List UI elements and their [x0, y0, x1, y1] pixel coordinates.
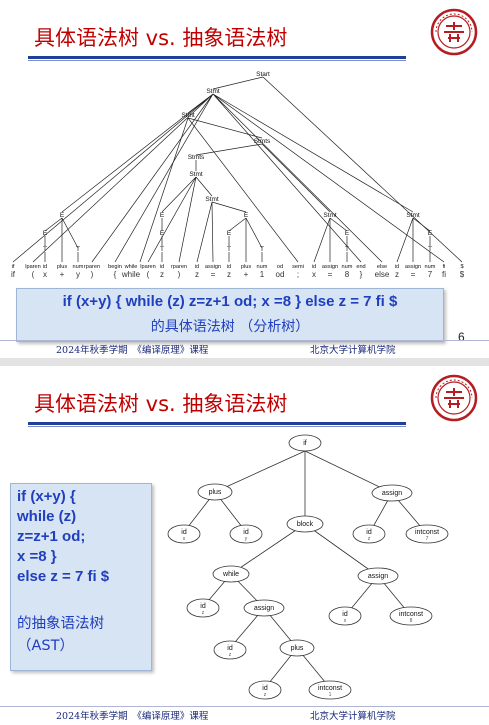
- ast-node-intconst: intconst: [415, 529, 439, 536]
- leaf-char-row: if(x + y){while(z) z = z +1 od; x = 8} else z = 7 fi $: [11, 270, 465, 279]
- leaf-char: =: [211, 270, 216, 279]
- leaf-char: =: [328, 270, 333, 279]
- leaf-char: ;: [297, 270, 299, 279]
- node-stmt-mid: Stmt: [181, 112, 195, 119]
- leaf-char: z: [195, 270, 199, 279]
- node-e: E: [428, 230, 433, 237]
- caption-source-code: if (x+y) { while (z) z=z+1 od; x =8 } el…: [62, 293, 398, 310]
- leaf-char: (: [32, 270, 35, 279]
- ast-node-id: id: [342, 611, 348, 618]
- leaf-char: x: [43, 270, 47, 279]
- node-e: E: [244, 212, 249, 219]
- leaf-char: +: [244, 270, 249, 279]
- leaf-char: (: [147, 270, 150, 279]
- footer-course: 2024年秋季学期 《编译原理》课程: [56, 345, 209, 356]
- node-stmt-assign3: Stmt: [406, 212, 420, 219]
- slide-abstract-syntax-tree: 具体语法树 vs. 抽象语法树 if (x+y) { while (z) z=z…: [0, 366, 489, 725]
- abstract-syntax-tree: if plus assign id id block id intconst w…: [167, 434, 449, 700]
- ast-node-value: 7: [426, 536, 429, 542]
- ast-node-plus: plus: [209, 489, 222, 496]
- node-t: T: [43, 246, 47, 253]
- ast-node-while: while: [222, 571, 239, 578]
- footer-divider: [0, 706, 489, 707]
- ast-node-id: id: [227, 645, 233, 652]
- leaf-char: od: [276, 270, 285, 279]
- footer-course: 2024年秋季学期 《编译原理》课程: [56, 711, 209, 722]
- slide-separator: [0, 358, 489, 366]
- ast-node-block: block: [297, 521, 314, 528]
- leaf-char: ): [178, 270, 181, 279]
- node-e: E: [60, 212, 65, 219]
- caption-box: if (x+y) { while (z) z=z+1 od; x =8 } el…: [16, 288, 444, 342]
- leaf-char: =: [411, 270, 416, 279]
- node-e: E: [345, 230, 350, 237]
- leaf-char: fi: [442, 270, 446, 279]
- concrete-syntax-tree: Start Stmt Stmt Stmts Stmts Stmt Stmt St…: [11, 71, 465, 279]
- leaf-char: $: [460, 270, 465, 279]
- node-e: E: [160, 212, 165, 219]
- tree-edges: [12, 76, 463, 263]
- leaf-char: z: [227, 270, 231, 279]
- node-stmts-a: Stmts: [254, 138, 271, 145]
- node-t: T: [345, 246, 349, 253]
- ast-node-id: id: [200, 603, 206, 610]
- node-stmt-assign2: Stmt: [323, 212, 337, 219]
- node-stmt-assign1: Stmt: [205, 196, 219, 203]
- leaf-char: 7: [428, 270, 433, 279]
- leaf-char: 8: [345, 270, 350, 279]
- node-start: Start: [256, 71, 270, 78]
- footer-school: 北京大学计算机学院: [310, 345, 396, 356]
- leaf-char: else: [375, 270, 390, 279]
- leaf-char: if: [11, 270, 16, 279]
- ast-node-if: if: [303, 440, 307, 447]
- footer: 2024年秋季学期 《编译原理》课程 北京大学计算机学院: [0, 706, 489, 722]
- ast-node-value: 8: [410, 618, 413, 624]
- node-e: E: [227, 230, 232, 237]
- leaf-char: ): [91, 270, 94, 279]
- leaf-char: y: [76, 270, 80, 279]
- node-t: T: [428, 246, 432, 253]
- ast-node-id: id: [262, 685, 268, 692]
- leaf-char: +: [60, 270, 65, 279]
- ast-node-intconst: intconst: [318, 685, 342, 692]
- leaf-char: x: [312, 270, 316, 279]
- leaf-char: while: [121, 270, 141, 279]
- node-t: T: [160, 246, 164, 253]
- caption-description: 的具体语法树 （分析树）: [150, 319, 310, 335]
- ast-node-intconst: intconst: [399, 611, 423, 618]
- node-stmts-b: Stmts: [188, 154, 205, 161]
- ast-node-assign: assign: [368, 573, 388, 580]
- footer: 2024年秋季学期 《编译原理》课程 北京大学计算机学院: [0, 340, 489, 356]
- ast-node-id: id: [243, 529, 249, 536]
- footer-divider: [0, 340, 489, 341]
- footer-school: 北京大学计算机学院: [310, 711, 396, 722]
- ast-node-value: 1: [329, 692, 332, 698]
- ast-node-plus: plus: [291, 645, 304, 652]
- node-t: T: [260, 246, 264, 253]
- node-t: T: [76, 246, 80, 253]
- ast-node-id: id: [366, 529, 372, 536]
- leaf-char: z: [395, 270, 399, 279]
- node-stmt-top: Stmt: [206, 88, 220, 95]
- node-e: E: [43, 230, 48, 237]
- ast-node-id: id: [181, 529, 187, 536]
- node-stmt-while: Stmt: [189, 171, 203, 178]
- node-e: E: [160, 230, 165, 237]
- leaf-char: {: [114, 270, 117, 279]
- leaf-char: 1: [260, 270, 265, 279]
- slide-concrete-syntax-tree: 具体语法树 vs. 抽象语法树 Start Stmt Stmt Stmts St…: [0, 0, 489, 358]
- node-t: T: [227, 246, 231, 253]
- leaf-char: }: [360, 270, 363, 279]
- leaf-char: z: [160, 270, 164, 279]
- ast-node-assign: assign: [382, 490, 402, 497]
- ast-node-shapes: [167, 434, 449, 700]
- ast-node-assign: assign: [254, 605, 274, 612]
